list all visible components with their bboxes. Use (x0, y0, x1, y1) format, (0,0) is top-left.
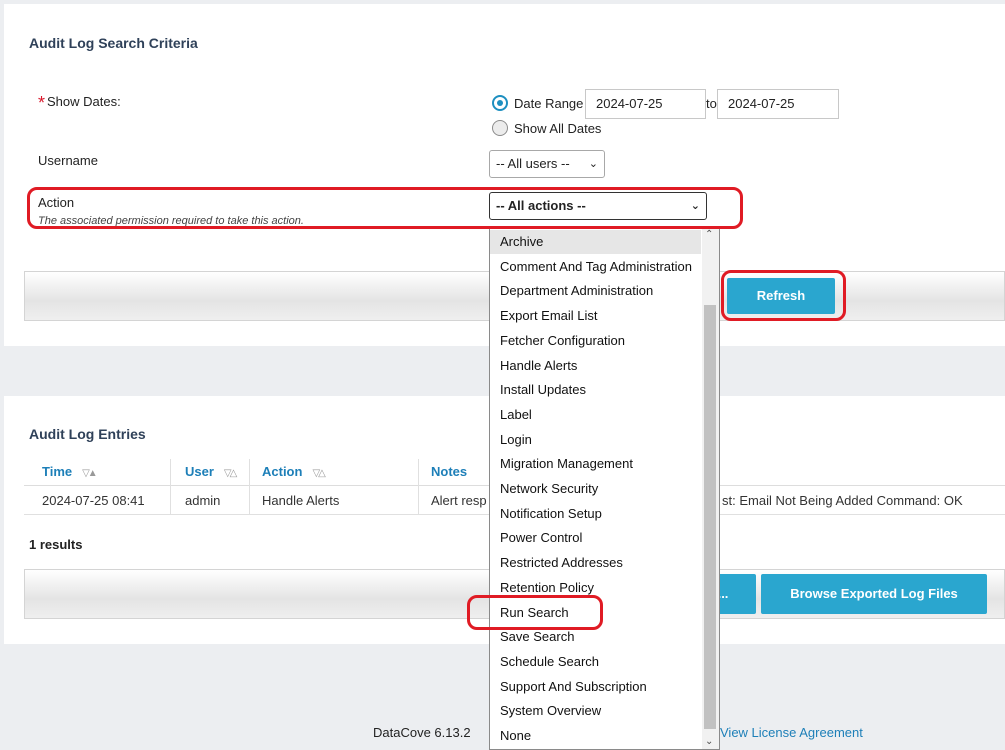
dropdown-option[interactable]: Login (490, 428, 701, 452)
show-all-dates-radio[interactable] (492, 120, 508, 136)
column-action[interactable]: Action ▽△ (262, 464, 326, 479)
row-time: 2024-07-25 08:41 (42, 493, 145, 508)
sort-icon: ▽△ (312, 468, 325, 479)
dropdown-option[interactable]: None (490, 724, 701, 748)
date-range-label: Date Range (514, 96, 584, 111)
dropdown-option[interactable]: System Overview (490, 699, 701, 723)
scroll-up-icon[interactable]: ⌃ (705, 229, 713, 240)
row-notes-start: Alert resp (431, 493, 487, 508)
to-label: to (706, 96, 717, 111)
column-time[interactable]: Time ▽▲ (42, 464, 98, 479)
dropdown-option[interactable]: Retention Policy (490, 576, 701, 600)
action-dropdown-list[interactable]: Archive Comment And Tag Administration Dep… (489, 228, 720, 750)
date-range-radio[interactable] (492, 95, 508, 111)
dropdown-option[interactable]: Run Search (490, 601, 701, 625)
scrollbar-thumb[interactable] (704, 305, 716, 729)
dropdown-option[interactable]: Comment And Tag Administration (490, 255, 701, 279)
dropdown-option[interactable]: Restricted Addresses (490, 551, 701, 575)
dropdown-option[interactable]: Fetcher Configuration (490, 329, 701, 353)
date-to-input[interactable]: 2024-07-25 (717, 89, 839, 119)
show-dates-label: * Show Dates: (38, 93, 121, 113)
action-label: Action (38, 195, 75, 210)
column-notes[interactable]: Notes (431, 464, 467, 479)
action-hint: The associated permission required to ta… (38, 215, 304, 227)
dropdown-option[interactable]: Migration Management (490, 452, 701, 476)
criteria-title: Audit Log Search Criteria (29, 35, 198, 51)
action-select[interactable]: -- All actions -- ⌄ (489, 192, 707, 220)
chevron-down-icon: ⌄ (588, 158, 598, 170)
column-divider (170, 459, 171, 514)
row-user: admin (185, 493, 221, 508)
browse-exported-button[interactable]: Browse Exported Log Files (761, 574, 987, 614)
scroll-down-icon[interactable]: ⌄ (705, 736, 713, 747)
required-asterisk: * (38, 93, 46, 113)
username-label: Username (38, 153, 98, 168)
license-link[interactable]: View License Agreement (720, 725, 863, 740)
refresh-button[interactable]: Refresh (727, 278, 835, 314)
dropdown-option[interactable]: Export Email List (490, 304, 701, 328)
row-notes-end: st: Email Not Being Added Command: OK (722, 493, 963, 508)
dropdown-scrollbar[interactable]: ⌃ ⌄ (702, 229, 719, 749)
row-action: Handle Alerts (262, 493, 340, 508)
column-user[interactable]: User ▽△ (185, 464, 237, 479)
dropdown-option[interactable]: Schedule Search (490, 650, 701, 674)
dropdown-option[interactable]: Notification Setup (490, 502, 701, 526)
dropdown-option[interactable]: Support And Subscription (490, 675, 701, 699)
entries-title: Audit Log Entries (29, 426, 146, 442)
dropdown-option[interactable]: Install Updates (490, 378, 701, 402)
dropdown-option[interactable]: Save Search (490, 625, 701, 649)
version-label: DataCove 6.13.2 (373, 725, 471, 740)
dropdown-option[interactable]: Handle Alerts (490, 354, 701, 378)
username-select[interactable]: -- All users -- ⌄ (489, 150, 605, 178)
dropdown-option[interactable]: Label (490, 403, 701, 427)
dropdown-option[interactable]: Power Control (490, 526, 701, 550)
date-from-input[interactable]: 2024-07-25 (585, 89, 706, 119)
chevron-down-icon: ⌄ (690, 200, 700, 212)
show-all-dates-label: Show All Dates (514, 121, 602, 136)
column-divider (418, 459, 419, 514)
results-count: 1 results (29, 537, 83, 552)
dropdown-option[interactable]: Department Administration (490, 279, 701, 303)
sort-icon: ▽△ (223, 468, 237, 479)
sort-icon: ▽▲ (82, 468, 98, 479)
column-divider (249, 459, 250, 514)
dropdown-option[interactable]: Network Security (490, 477, 701, 501)
dropdown-option[interactable]: Archive (490, 230, 701, 254)
